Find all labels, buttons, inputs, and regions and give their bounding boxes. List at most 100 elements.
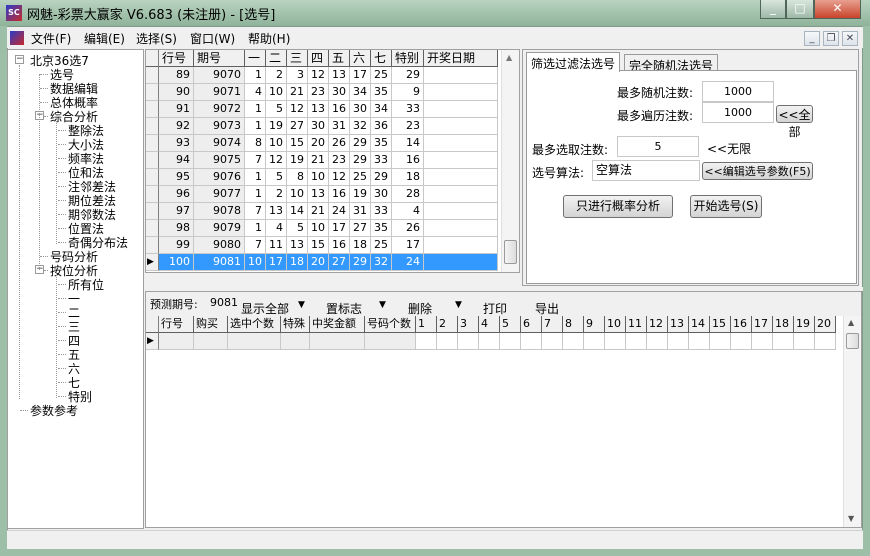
table-cell[interactable]: 9072 bbox=[194, 101, 245, 118]
table-cell[interactable]: 26 bbox=[329, 135, 350, 152]
column-header[interactable]: 17 bbox=[752, 316, 773, 333]
table-cell[interactable]: 21 bbox=[308, 152, 329, 169]
table-cell[interactable]: 94 bbox=[159, 152, 194, 169]
table-cell[interactable]: 27 bbox=[287, 118, 308, 135]
table-cell[interactable]: 29 bbox=[371, 169, 392, 186]
table-cell[interactable]: 10 bbox=[266, 135, 287, 152]
table-cell[interactable]: 14 bbox=[392, 135, 424, 152]
table-cell[interactable]: 98 bbox=[159, 220, 194, 237]
table-cell-date[interactable] bbox=[424, 186, 498, 203]
table-cell[interactable] bbox=[689, 333, 710, 350]
export-button[interactable]: 导出 bbox=[535, 300, 559, 317]
column-header[interactable]: 四 bbox=[308, 50, 329, 67]
table-cell[interactable]: 19 bbox=[287, 152, 308, 169]
column-header[interactable]: 购买 bbox=[194, 316, 228, 333]
table-cell[interactable]: 1 bbox=[245, 67, 266, 84]
table-cell-date[interactable] bbox=[424, 101, 498, 118]
table-cell[interactable]: 34 bbox=[350, 84, 371, 101]
column-header[interactable]: 期号 bbox=[194, 50, 245, 67]
probability-analysis-button[interactable]: 只进行概率分析 bbox=[563, 195, 673, 218]
delete-caret-icon[interactable]: ▼ bbox=[455, 300, 462, 310]
table-cell[interactable]: 31 bbox=[329, 118, 350, 135]
table-cell[interactable] bbox=[365, 333, 416, 350]
column-header[interactable]: 20 bbox=[815, 316, 836, 333]
table-cell[interactable] bbox=[310, 333, 365, 350]
table-cell[interactable]: 95 bbox=[159, 169, 194, 186]
table-cell[interactable] bbox=[228, 333, 281, 350]
show-all-caret-icon[interactable]: ▼ bbox=[298, 300, 305, 310]
unlimited-link[interactable]: <<无限 bbox=[707, 140, 751, 157]
table-cell[interactable]: 9076 bbox=[194, 169, 245, 186]
table-cell[interactable]: 18 bbox=[287, 254, 308, 271]
table-cell[interactable]: 32 bbox=[371, 254, 392, 271]
table-cell[interactable] bbox=[773, 333, 794, 350]
table-cell[interactable]: 12 bbox=[329, 169, 350, 186]
column-header[interactable]: 五 bbox=[329, 50, 350, 67]
table-cell[interactable]: 30 bbox=[371, 186, 392, 203]
close-button[interactable]: ✕ bbox=[814, 0, 861, 19]
mdi-restore-button[interactable]: ❐ bbox=[823, 31, 839, 46]
row-selector[interactable] bbox=[146, 152, 159, 169]
table-cell[interactable]: 1 bbox=[245, 169, 266, 186]
table-cell[interactable]: 9080 bbox=[194, 237, 245, 254]
table-cell[interactable]: 17 bbox=[329, 220, 350, 237]
column-header[interactable]: 16 bbox=[731, 316, 752, 333]
scroll-up-icon[interactable]: ▲ bbox=[848, 318, 854, 327]
edit-params-button[interactable]: <<编辑选号参数(F5) bbox=[702, 162, 813, 180]
menu-window[interactable]: 窗口(W) bbox=[190, 30, 235, 47]
table-cell[interactable]: 1 bbox=[245, 220, 266, 237]
table-cell[interactable]: 20 bbox=[308, 254, 329, 271]
table-cell[interactable]: 1 bbox=[245, 118, 266, 135]
column-header[interactable]: 二 bbox=[266, 50, 287, 67]
tree-item[interactable]: 参数参考 bbox=[30, 402, 78, 419]
table-cell[interactable]: 15 bbox=[308, 237, 329, 254]
column-header[interactable]: 15 bbox=[710, 316, 731, 333]
table-cell[interactable] bbox=[626, 333, 647, 350]
table-cell[interactable]: 13 bbox=[266, 203, 287, 220]
table-cell[interactable] bbox=[159, 333, 194, 350]
table-cell[interactable]: 29 bbox=[350, 152, 371, 169]
table-cell[interactable]: 3 bbox=[287, 67, 308, 84]
table-cell[interactable]: 97 bbox=[159, 203, 194, 220]
table-cell-date[interactable] bbox=[424, 152, 498, 169]
table-cell-date[interactable] bbox=[424, 118, 498, 135]
maximize-button[interactable]: □ bbox=[786, 0, 814, 19]
table-cell[interactable]: 24 bbox=[392, 254, 424, 271]
column-header[interactable]: 1 bbox=[416, 316, 437, 333]
table-cell[interactable]: 32 bbox=[350, 118, 371, 135]
table-cell[interactable]: 9078 bbox=[194, 203, 245, 220]
table-cell[interactable]: 8 bbox=[287, 169, 308, 186]
table-cell[interactable]: 24 bbox=[329, 203, 350, 220]
column-header[interactable]: 三 bbox=[287, 50, 308, 67]
table-cell[interactable] bbox=[605, 333, 626, 350]
table-cell[interactable]: 19 bbox=[266, 118, 287, 135]
column-header[interactable]: 开奖日期 bbox=[424, 50, 498, 67]
start-select-button[interactable]: 开始选号(S) bbox=[690, 195, 762, 218]
table-cell[interactable]: 10 bbox=[287, 186, 308, 203]
column-header[interactable]: 6 bbox=[521, 316, 542, 333]
mark-dropdown[interactable]: 置标志 bbox=[326, 300, 362, 317]
column-header[interactable]: 一 bbox=[245, 50, 266, 67]
column-header[interactable]: 行号 bbox=[159, 316, 194, 333]
table-cell[interactable] bbox=[647, 333, 668, 350]
table-cell[interactable]: 25 bbox=[371, 237, 392, 254]
column-header[interactable]: 特殊 bbox=[281, 316, 310, 333]
table-cell[interactable]: 33 bbox=[371, 203, 392, 220]
table-cell[interactable]: 17 bbox=[266, 254, 287, 271]
results-scrollbar[interactable]: ▲ ▼ bbox=[843, 316, 861, 527]
column-header[interactable]: 12 bbox=[647, 316, 668, 333]
table-cell[interactable]: 5 bbox=[287, 220, 308, 237]
row-selector[interactable] bbox=[146, 135, 159, 152]
menu-select[interactable]: 选择(S) bbox=[136, 30, 177, 47]
column-header[interactable]: 18 bbox=[773, 316, 794, 333]
table-cell[interactable]: 12 bbox=[287, 101, 308, 118]
table-cell[interactable]: 30 bbox=[308, 118, 329, 135]
table-cell[interactable]: 19 bbox=[350, 186, 371, 203]
table-cell[interactable]: 90 bbox=[159, 84, 194, 101]
table-cell[interactable] bbox=[668, 333, 689, 350]
column-header[interactable]: 14 bbox=[689, 316, 710, 333]
table-cell[interactable]: 25 bbox=[371, 67, 392, 84]
row-selector[interactable] bbox=[146, 220, 159, 237]
table-cell[interactable]: 20 bbox=[308, 135, 329, 152]
table-cell-date[interactable] bbox=[424, 203, 498, 220]
